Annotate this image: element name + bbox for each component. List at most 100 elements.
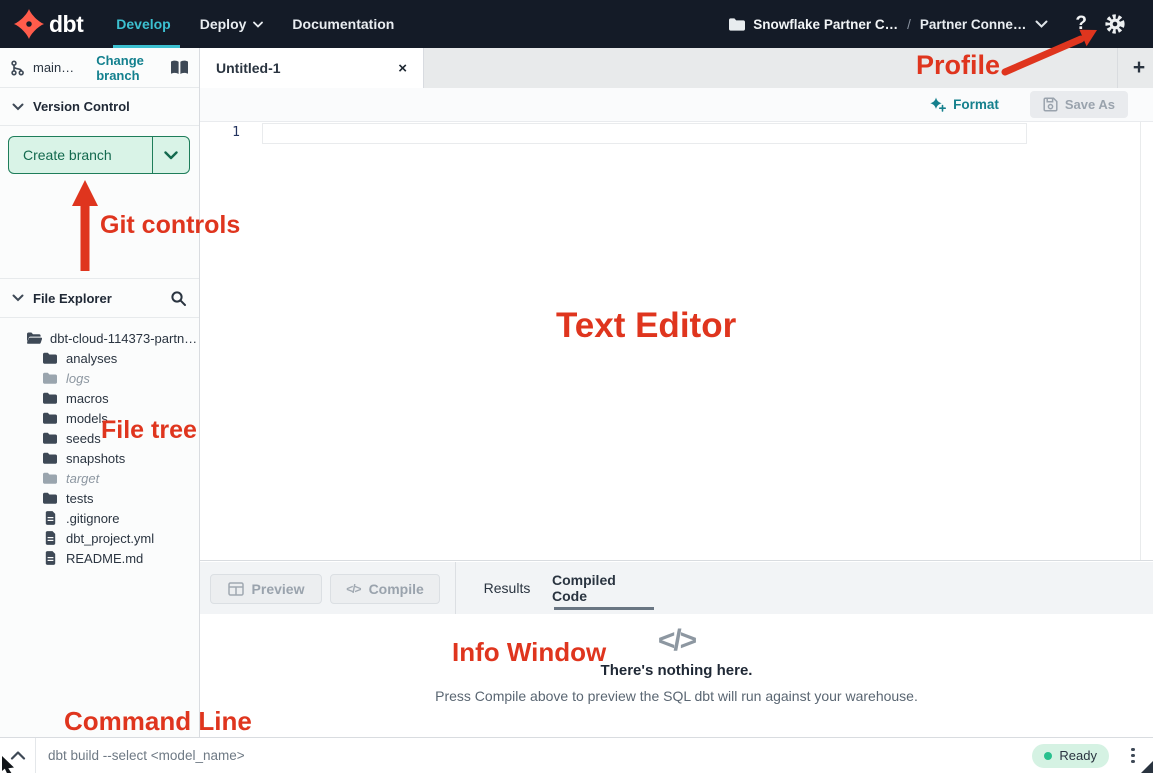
file-icon	[42, 511, 58, 525]
folder-open-icon	[26, 332, 42, 344]
code-icon: </>	[658, 624, 695, 657]
tree-row-gitignore[interactable]: .gitignore	[0, 508, 199, 528]
file-icon	[42, 551, 58, 565]
preview-label: Preview	[252, 581, 305, 597]
save-as-label: Save As	[1065, 97, 1115, 112]
chevron-down-icon	[12, 103, 24, 111]
tree-item-label: README.md	[66, 551, 143, 566]
nav-deploy[interactable]: Deploy	[200, 16, 264, 32]
project-name[interactable]: Snowflake Partner C…	[753, 17, 898, 32]
chevron-down-icon	[12, 294, 24, 302]
tree-item-label: macros	[66, 391, 109, 406]
environment-name[interactable]: Partner Conne…	[920, 17, 1027, 32]
mouse-cursor-icon	[0, 755, 18, 773]
gear-icon[interactable]	[1104, 13, 1126, 35]
tree-item-label: analyses	[66, 351, 117, 366]
folder-icon	[42, 472, 58, 484]
close-icon[interactable]: ×	[398, 60, 407, 77]
tree-row-dbt-project-yml[interactable]: dbt_project.yml	[0, 528, 199, 548]
code-icon: </>	[346, 582, 360, 596]
tree-row-analyses[interactable]: analyses	[0, 348, 199, 368]
tree-row-target[interactable]: target	[0, 468, 199, 488]
preview-button[interactable]: Preview	[210, 574, 322, 604]
tree-row-models[interactable]: models	[0, 408, 199, 428]
dbt-logo[interactable]: dbt	[14, 9, 83, 39]
format-label: Format	[953, 97, 999, 112]
dbt-logo-text: dbt	[49, 11, 83, 38]
tree-row-tests[interactable]: tests	[0, 488, 199, 508]
folder-icon	[42, 432, 58, 444]
tab-title: Untitled-1	[216, 60, 281, 76]
floppy-icon	[1043, 97, 1058, 112]
folder-icon	[42, 352, 58, 364]
text-editor[interactable]: 1	[200, 122, 1153, 560]
status-dot-icon	[1044, 752, 1052, 760]
folder-icon	[42, 412, 58, 424]
tree-row-project-root[interactable]: dbt-cloud-114373-partn…	[0, 328, 199, 348]
docs-book-icon[interactable]	[170, 60, 189, 75]
tree-item-label: target	[66, 471, 99, 486]
empty-state: </> There's nothing here. Press Compile …	[200, 614, 1153, 738]
search-icon[interactable]	[170, 290, 187, 307]
tree-item-label: logs	[66, 371, 90, 386]
new-tab-button[interactable]: +	[1121, 48, 1153, 88]
create-branch-button[interactable]: Create branch	[8, 136, 190, 174]
folder-icon	[42, 392, 58, 404]
status-badge: Ready	[1032, 744, 1109, 768]
git-branch-row: main… Change branch	[0, 48, 199, 88]
nav-deploy-label: Deploy	[200, 16, 247, 32]
table-icon	[228, 582, 244, 596]
empty-state-title: There's nothing here.	[601, 662, 753, 679]
tree-item-label: tests	[66, 491, 93, 506]
file-explorer-header[interactable]: File Explorer	[0, 278, 199, 318]
nav-documentation[interactable]: Documentation	[292, 16, 394, 32]
editor-toolbar: Format Save As	[200, 88, 1153, 122]
project-folder-icon	[729, 18, 745, 31]
save-as-button[interactable]: Save As	[1030, 91, 1128, 118]
change-branch-link[interactable]: Change branch	[96, 53, 170, 83]
navbar-right: Snowflake Partner C… / Partner Conne… ?	[729, 13, 1126, 35]
editor-scrollbar-track[interactable]	[1140, 122, 1141, 560]
create-branch-dropdown[interactable]	[152, 137, 189, 173]
file-tree: dbt-cloud-114373-partn… analyses logs ma…	[0, 328, 199, 568]
folder-icon	[42, 492, 58, 504]
tab-results[interactable]: Results	[472, 562, 542, 614]
command-line-bar: Ready	[0, 737, 1153, 773]
tree-row-logs[interactable]: logs	[0, 368, 199, 388]
empty-state-subtitle: Press Compile above to preview the SQL d…	[435, 688, 918, 704]
top-navbar: dbt Develop Deploy Documentation Snowfla…	[0, 0, 1153, 48]
tree-row-macros[interactable]: macros	[0, 388, 199, 408]
tab-untitled-1[interactable]: Untitled-1 ×	[200, 48, 424, 88]
file-explorer-label: File Explorer	[33, 291, 112, 306]
dbt-logo-icon	[14, 9, 44, 39]
active-line-highlight[interactable]	[262, 123, 1027, 144]
tree-item-label: snapshots	[66, 451, 125, 466]
command-input[interactable]	[36, 748, 1032, 763]
sparkles-icon	[929, 96, 946, 113]
version-control-label: Version Control	[33, 99, 130, 114]
format-button[interactable]: Format	[929, 96, 999, 113]
tree-row-snapshots[interactable]: snapshots	[0, 448, 199, 468]
toolbar-divider	[455, 562, 456, 614]
tab-bar-divider	[1117, 48, 1118, 88]
environment-chevron-down-icon[interactable]	[1035, 20, 1048, 28]
version-control-header[interactable]: Version Control	[0, 88, 199, 126]
line-number: 1	[222, 125, 240, 140]
active-tab-underline	[554, 607, 654, 610]
compile-label: Compile	[369, 581, 424, 597]
tree-item-label: seeds	[66, 431, 101, 446]
dbt-cloud-ide: dbt Develop Deploy Documentation Snowfla…	[0, 0, 1153, 773]
nav-develop[interactable]: Develop	[116, 16, 170, 32]
tree-item-label: dbt-cloud-114373-partn…	[50, 331, 197, 346]
compile-button[interactable]: </> Compile	[330, 574, 440, 604]
status-label: Ready	[1059, 748, 1097, 763]
tree-row-readme[interactable]: README.md	[0, 548, 199, 568]
current-branch-name: main…	[33, 60, 74, 75]
tree-row-seeds[interactable]: seeds	[0, 428, 199, 448]
help-icon[interactable]: ?	[1075, 13, 1087, 35]
info-window: Preview </> Compile Results Compiled Cod…	[200, 560, 1153, 737]
editor-tab-bar: Untitled-1 × +	[200, 48, 1153, 88]
breadcrumb-separator: /	[907, 17, 911, 32]
tree-item-label: .gitignore	[66, 511, 119, 526]
resize-grip-icon[interactable]	[1140, 761, 1153, 773]
